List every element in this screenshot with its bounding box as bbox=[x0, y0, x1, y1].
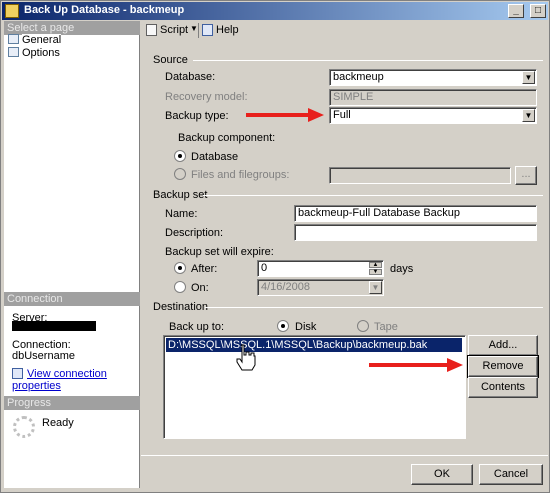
name-input[interactable]: backmeup-Full Database Backup bbox=[294, 205, 537, 222]
left-pane: Select a page General Options Connection… bbox=[4, 21, 140, 488]
expire-after-stepper[interactable]: 0 ▲ ▼ bbox=[257, 260, 384, 277]
window-title: Back Up Database - backmeup bbox=[24, 4, 185, 16]
back-up-to-label: Back up to: bbox=[169, 321, 225, 333]
backup-type-select[interactable]: Full ▼ bbox=[329, 107, 537, 124]
progress-status: Ready bbox=[42, 417, 74, 429]
hand-cursor-icon bbox=[236, 344, 256, 371]
page-icon bbox=[8, 34, 19, 44]
component-files-radio[interactable] bbox=[174, 168, 186, 180]
files-browse-button[interactable]: ... bbox=[515, 166, 537, 185]
backup-database-dialog: Back Up Database - backmeup _ □ × Select… bbox=[0, 0, 550, 493]
progress-spinner-icon bbox=[13, 416, 35, 438]
script-icon bbox=[146, 24, 157, 36]
destination-divider bbox=[205, 307, 543, 308]
spin-down-icon[interactable]: ▼ bbox=[369, 269, 382, 275]
page-options[interactable]: Options bbox=[8, 47, 60, 60]
chevron-down-icon[interactable]: ▼ bbox=[190, 24, 198, 33]
progress-header: Progress bbox=[4, 396, 140, 410]
page-general[interactable]: General bbox=[8, 34, 62, 47]
select-page-header: Select a page bbox=[4, 21, 140, 35]
disk-label: Disk bbox=[295, 321, 317, 333]
spin-up-icon[interactable]: ▲ bbox=[369, 262, 382, 268]
chevron-down-icon[interactable]: ▼ bbox=[369, 281, 382, 294]
backup-component-label: Backup component: bbox=[178, 132, 276, 144]
maximize-button[interactable]: □ bbox=[530, 4, 546, 18]
expire-on-value: 4/16/2008 bbox=[261, 281, 310, 293]
help-button[interactable]: Help bbox=[216, 24, 239, 36]
footer-divider bbox=[141, 455, 548, 456]
cancel-button[interactable]: Cancel bbox=[479, 464, 543, 485]
backup-type-value: Full bbox=[333, 109, 351, 121]
minimize-button[interactable]: _ bbox=[508, 4, 524, 18]
script-button[interactable]: Script bbox=[160, 24, 188, 36]
destination-group-title: Destination bbox=[153, 301, 209, 313]
description-label: Description: bbox=[165, 227, 224, 239]
component-database-label: Database bbox=[191, 151, 239, 163]
remove-button[interactable]: Remove bbox=[467, 355, 539, 378]
toolbar-separator bbox=[198, 23, 199, 38]
ok-button[interactable]: OK bbox=[411, 464, 473, 485]
component-files-label: Files and filegroups: bbox=[191, 169, 290, 181]
title-bar: Back Up Database - backmeup _ □ bbox=[2, 2, 548, 20]
chevron-down-icon[interactable]: ▼ bbox=[522, 71, 535, 84]
expire-on-radio[interactable] bbox=[174, 281, 186, 293]
source-divider bbox=[193, 60, 543, 61]
description-input[interactable] bbox=[294, 224, 537, 241]
expire-on-label: On: bbox=[191, 282, 209, 294]
tape-label: Tape bbox=[374, 321, 398, 333]
view-connection-link[interactable]: View connection properties bbox=[12, 368, 107, 392]
contents-button[interactable]: Contents bbox=[468, 377, 538, 398]
destination-list[interactable]: D:\MSSQL\MSSQL.1\MSSQL\Backup\backmeup.b… bbox=[163, 335, 466, 439]
view-connection-properties[interactable]: View connection properties bbox=[12, 368, 139, 392]
database-select[interactable]: backmeup ▼ bbox=[329, 69, 537, 86]
name-label: Name: bbox=[165, 208, 198, 220]
server-value-redacted bbox=[12, 321, 96, 331]
backup-type-label: Backup type: bbox=[165, 110, 229, 122]
recovery-model-label: Recovery model: bbox=[165, 91, 248, 103]
expire-after-radio[interactable] bbox=[174, 262, 186, 274]
recovery-model-value: SIMPLE bbox=[333, 91, 374, 103]
database-value: backmeup bbox=[333, 71, 384, 83]
general-page: Source Database: backmeup ▼ Recovery mod… bbox=[141, 41, 548, 451]
name-value: backmeup-Full Database Backup bbox=[298, 207, 461, 219]
add-button[interactable]: Add... bbox=[468, 335, 538, 356]
properties-icon bbox=[12, 368, 23, 379]
expire-after-label: After: bbox=[191, 263, 218, 275]
database-icon bbox=[5, 4, 19, 18]
destination-list-item[interactable]: D:\MSSQL\MSSQL.1\MSSQL\Backup\backmeup.b… bbox=[166, 338, 462, 352]
database-label: Database: bbox=[165, 71, 216, 83]
connection-header: Connection bbox=[4, 292, 140, 306]
tape-radio[interactable] bbox=[357, 320, 369, 332]
recovery-model-field: SIMPLE bbox=[329, 89, 537, 106]
page-icon bbox=[8, 47, 19, 57]
expire-after-unit: days bbox=[390, 263, 414, 275]
help-icon bbox=[202, 24, 213, 36]
expire-after-value: 0 bbox=[261, 262, 268, 274]
component-database-radio[interactable] bbox=[174, 150, 186, 162]
chevron-down-icon[interactable]: ▼ bbox=[522, 109, 535, 122]
backup-set-group-title: Backup set bbox=[153, 189, 208, 201]
files-filegroups-field bbox=[329, 167, 511, 184]
page-options-label: Options bbox=[22, 47, 60, 59]
disk-radio[interactable] bbox=[277, 320, 289, 332]
backup-set-divider bbox=[203, 195, 543, 196]
expire-on-date[interactable]: 4/16/2008 ▼ bbox=[257, 279, 384, 296]
annotation-arrow-remove bbox=[369, 358, 463, 372]
annotation-arrow-backup-type bbox=[246, 108, 324, 122]
expire-label: Backup set will expire: bbox=[165, 246, 274, 258]
connection-value: dbUsername bbox=[12, 350, 75, 362]
page-general-label: General bbox=[22, 34, 62, 46]
source-group-title: Source bbox=[153, 54, 188, 66]
